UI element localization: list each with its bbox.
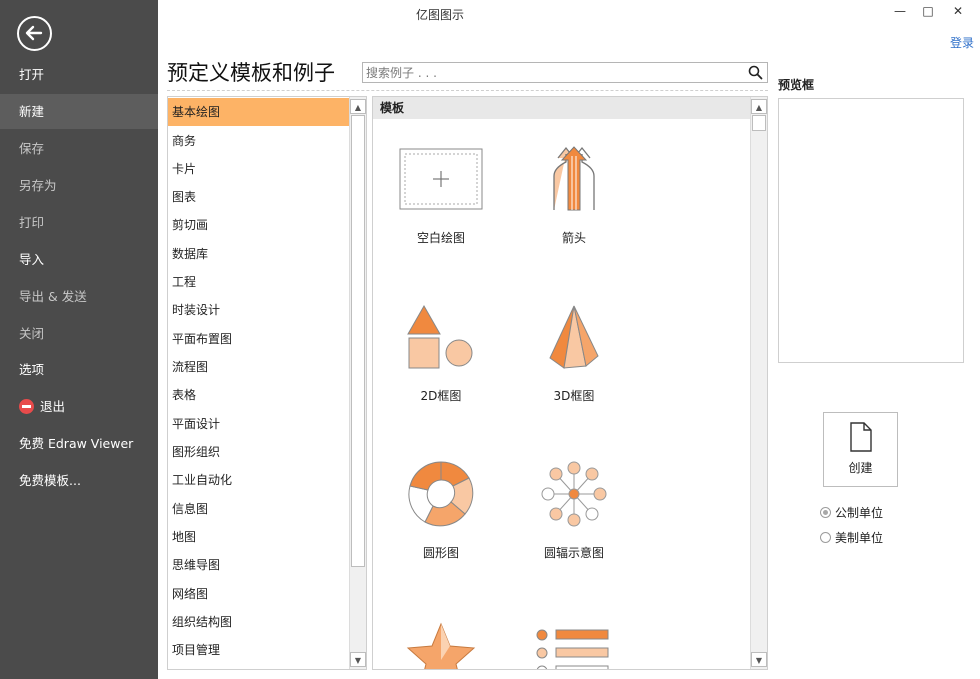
template-circular-diagram[interactable]: 圆形图 [381,454,501,561]
nav-print[interactable]: 打印 [0,205,158,240]
nav-options[interactable]: 选项 [0,352,158,387]
arrows-icon [514,139,634,219]
template-label: 2D框图 [420,389,462,403]
create-label: 创建 [848,461,873,475]
category-item[interactable]: 组织结构图 [168,608,349,636]
list-icon [514,611,634,669]
category-item[interactable]: 工业自动化 [168,466,349,494]
template-label: 3D框图 [553,389,595,403]
scroll-up-icon[interactable]: ▲ [751,99,767,114]
category-item[interactable]: 基本绘图 [168,98,349,126]
template-label: 箭头 [561,231,586,245]
login-link[interactable]: 登录 [950,34,974,51]
category-item[interactable]: 网络图 [168,580,349,608]
category-item[interactable]: 项目管理 [168,636,349,664]
nav-new[interactable]: 新建 [0,94,158,129]
nav-free-viewer[interactable]: 免费 Edraw Viewer [0,426,158,461]
2d-shapes-icon [381,297,501,377]
category-item[interactable]: 平面设计 [168,410,349,438]
category-item[interactable]: 时装设计 [168,296,349,324]
template-radial-diagram[interactable]: 圆辐示意图 [514,454,634,561]
category-item[interactable]: 地图 [168,523,349,551]
category-item[interactable]: 信息图 [168,495,349,523]
nav-free-templates[interactable]: 免费模板... [0,463,158,498]
category-item[interactable]: 图形组织 [168,438,349,466]
nav-import[interactable]: 导入 [0,242,158,277]
radio-dot [820,507,831,518]
nav-close[interactable]: 关闭 [0,316,158,351]
template-label: 圆辐示意图 [543,546,604,560]
radial-diagram-icon [514,454,634,534]
close-button[interactable]: ✕ [947,3,969,19]
radio-us-label: 美制单位 [835,531,884,545]
template-star[interactable] [381,611,501,669]
category-item[interactable]: 流程图 [168,353,349,381]
scroll-thumb[interactable] [752,115,766,131]
preview-box [778,98,964,363]
template-scrollbar[interactable]: ▲ ▼ [750,97,767,669]
template-section-header: 模板 [373,97,751,119]
category-item[interactable]: 剪切画 [168,211,349,239]
radio-us[interactable]: 美制单位 [820,530,883,546]
radio-dot [820,532,831,543]
divider [167,90,768,91]
template-list[interactable] [514,611,634,669]
backstage-nav: 打开 新建 保存 另存为 打印 导入 导出 & 发送 关闭 选项 退出 免费 E… [0,0,158,679]
template-label: 圆形图 [422,546,459,560]
search-input[interactable] [363,63,743,82]
scroll-up-icon[interactable]: ▲ [350,99,366,114]
category-item[interactable]: 工程 [168,268,349,296]
window-title: 亿图图示 [415,8,464,22]
create-button[interactable]: 创建 [823,412,898,487]
category-item[interactable]: 平面布置图 [168,325,349,353]
nav-export-send[interactable]: 导出 & 发送 [0,279,158,314]
3d-pyramid-icon [514,297,634,377]
search-box [362,62,768,83]
category-list: 基本绘图 商务 卡片 图表 剪切画 数据库 工程 时装设计 平面布置图 流程图 … [167,96,367,670]
star-icon [381,611,501,669]
maximize-button[interactable]: □ [917,3,939,19]
category-item[interactable]: 数据库 [168,240,349,268]
document-icon [849,422,872,452]
category-item[interactable]: 卡片 [168,155,349,183]
scroll-down-icon[interactable]: ▼ [350,652,366,667]
category-item[interactable]: 表格 [168,381,349,409]
nav-save-as[interactable]: 另存为 [0,168,158,203]
minimize-button[interactable]: — [889,3,911,19]
template-blank-drawing[interactable]: 空白绘图 [381,139,501,246]
category-item[interactable]: 图表 [168,183,349,211]
category-item[interactable]: 商务 [168,127,349,155]
search-icon[interactable] [748,65,763,83]
template-label: 空白绘图 [416,231,465,245]
template-3d-block[interactable]: 3D框图 [514,297,634,404]
nav-save[interactable]: 保存 [0,131,158,166]
scroll-down-icon[interactable]: ▼ [751,652,767,667]
category-scrollbar[interactable]: ▲ ▼ [349,97,366,669]
radio-metric[interactable]: 公制单位 [820,505,883,521]
exit-icon [19,399,34,414]
template-arrows[interactable]: 箭头 [514,139,634,246]
nav-exit[interactable]: 退出 [0,389,158,424]
page-title: 预定义模板和例子 [167,61,335,85]
template-panel: 模板 空白绘图 箭头 2D框图 3D框图 圆形图 圆辐示意图 ▲ ▼ [372,96,768,670]
blank-drawing-icon [381,139,501,219]
nav-exit-label: 退出 [40,399,66,414]
radio-metric-label: 公制单位 [835,506,884,520]
preview-label: 预览框 [778,78,815,92]
nav-open[interactable]: 打开 [0,57,158,92]
circular-diagram-icon [381,454,501,534]
template-2d-block[interactable]: 2D框图 [381,297,501,404]
scroll-thumb[interactable] [351,115,365,567]
category-item[interactable]: 思维导图 [168,551,349,579]
app-window: 打开 新建 保存 另存为 打印 导入 导出 & 发送 关闭 选项 退出 免费 E… [0,0,980,679]
